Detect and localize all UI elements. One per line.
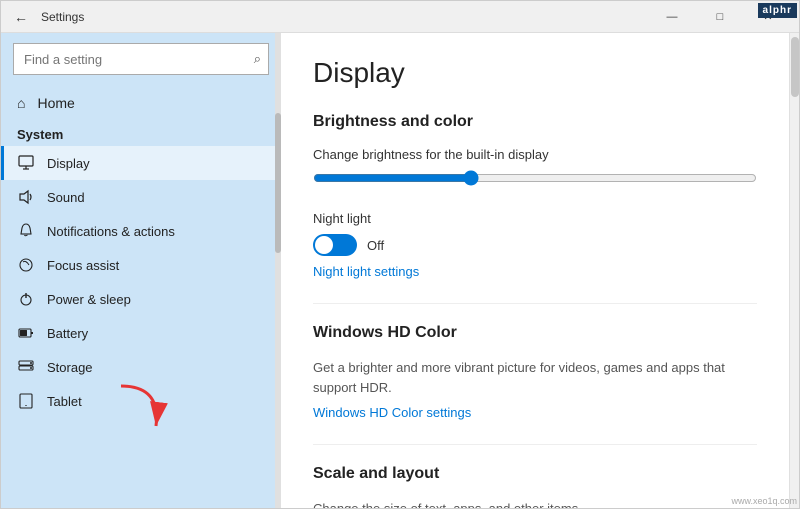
scale-description: Change the size of text, apps, and other… — [313, 499, 757, 508]
home-icon: ⌂ — [17, 95, 25, 111]
brightness-label: Change brightness for the built-in displ… — [313, 147, 757, 162]
watermark-url: www.xeo1q.com — [731, 496, 797, 506]
sidebar-item-power[interactable]: Power & sleep — [1, 282, 281, 316]
tablet-label: Tablet — [47, 394, 82, 409]
power-label: Power & sleep — [47, 292, 131, 307]
night-light-state: Off — [367, 238, 384, 253]
brightness-slider[interactable] — [313, 170, 757, 186]
titlebar-title: Settings — [41, 10, 84, 24]
search-container: ⌕ — [13, 43, 269, 75]
maximize-button[interactable]: □ — [697, 1, 743, 33]
storage-icon — [17, 358, 35, 376]
night-light-settings-link[interactable]: Night light settings — [313, 264, 757, 279]
sidebar-item-notifications[interactable]: Notifications & actions — [1, 214, 281, 248]
page-title: Display — [313, 57, 757, 89]
notifications-label: Notifications & actions — [47, 224, 175, 239]
back-button[interactable]: ← — [9, 5, 33, 29]
sidebar-item-tablet[interactable]: Tablet — [1, 384, 281, 418]
sidebar-item-battery[interactable]: Battery — [1, 316, 281, 350]
night-light-row: Off — [313, 234, 757, 256]
sidebar-section-label: System — [1, 121, 281, 146]
search-input[interactable] — [13, 43, 269, 75]
storage-label: Storage — [47, 360, 93, 375]
battery-icon — [17, 324, 35, 342]
sound-icon — [17, 188, 35, 206]
night-light-label: Night light — [313, 211, 757, 226]
sidebar: ⌕ ⌂ Home System — [1, 33, 281, 508]
focus-label: Focus assist — [47, 258, 119, 273]
brightness-slider-container — [313, 170, 757, 191]
night-light-toggle[interactable] — [313, 234, 357, 256]
hdr-description: Get a brighter and more vibrant picture … — [313, 358, 757, 397]
minimize-button[interactable]: — — [649, 1, 695, 33]
sidebar-nav: Display Sound — [1, 146, 281, 418]
display-icon — [17, 154, 35, 172]
sidebar-item-home[interactable]: ⌂ Home — [1, 85, 281, 121]
settings-window: alphr www.xeo1q.com ← Settings — □ ✕ ⌕ ⌂… — [0, 0, 800, 509]
power-icon — [17, 290, 35, 308]
home-label: Home — [37, 95, 74, 111]
display-label: Display — [47, 156, 90, 171]
scale-section-title: Scale and layout — [313, 465, 757, 483]
sidebar-item-storage[interactable]: Storage — [1, 350, 281, 384]
main-layout: ⌕ ⌂ Home System — [1, 33, 799, 508]
tablet-icon — [17, 392, 35, 410]
sound-label: Sound — [47, 190, 85, 205]
toggle-thumb — [315, 236, 333, 254]
search-icon: ⌕ — [254, 51, 261, 67]
scrollbar[interactable] — [789, 33, 799, 508]
hdr-section-title: Windows HD Color — [313, 324, 757, 342]
notifications-icon — [17, 222, 35, 240]
sidebar-item-focus[interactable]: Focus assist — [1, 248, 281, 282]
focus-icon — [17, 256, 35, 274]
battery-label: Battery — [47, 326, 88, 341]
titlebar: ← Settings — □ ✕ — [1, 1, 799, 33]
hdr-settings-link[interactable]: Windows HD Color settings — [313, 405, 757, 420]
content-area: Display Brightness and color Change brig… — [281, 33, 789, 508]
divider-2 — [313, 444, 757, 445]
watermark-alphr: alphr — [758, 3, 797, 18]
sidebar-item-display[interactable]: Display — [1, 146, 281, 180]
brightness-section-title: Brightness and color — [313, 113, 757, 131]
divider-1 — [313, 303, 757, 304]
sidebar-item-sound[interactable]: Sound — [1, 180, 281, 214]
